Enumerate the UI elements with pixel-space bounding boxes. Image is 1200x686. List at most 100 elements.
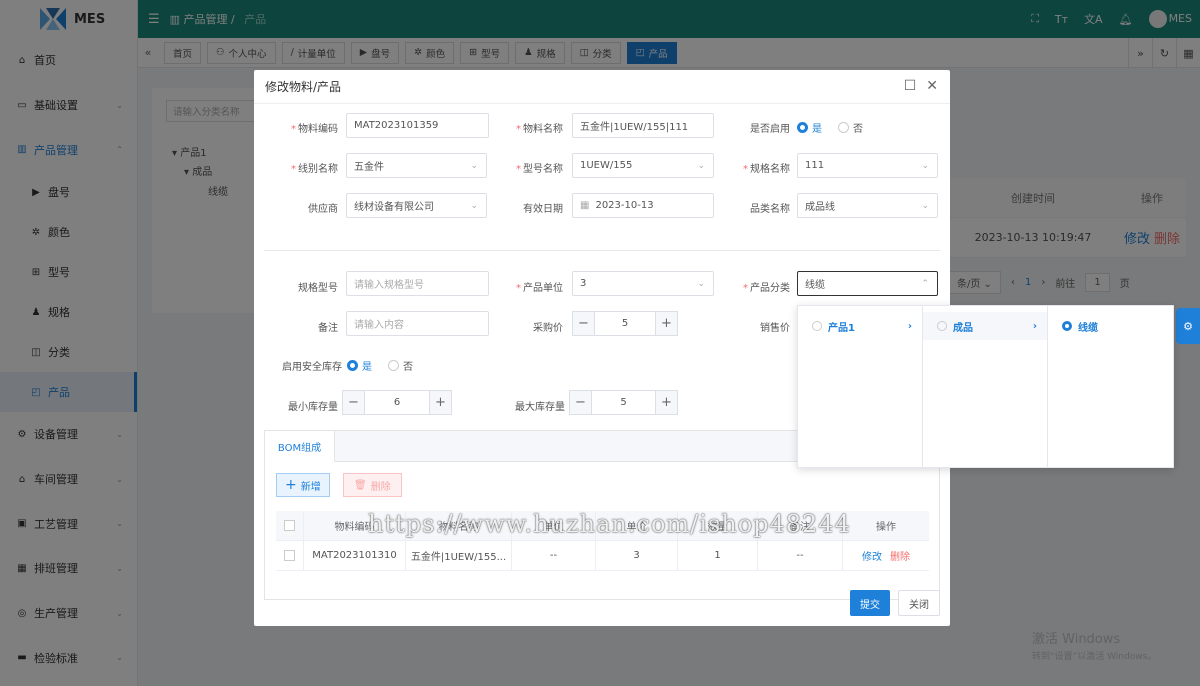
enabled-yes-radio[interactable]: 是 [797,120,822,135]
watermark: https://www.huzhan.com/ishop48244 [368,510,851,538]
enabled-no-radio[interactable]: 否 [838,120,863,135]
tab-bom[interactable]: BOM组成 [265,431,335,462]
prodcat-label: * 产品分类 [743,283,790,294]
supplier-value: 线材设备有限公司 [354,202,434,213]
close-button[interactable]: 关闭 [898,590,940,616]
specmodel-label: 规格型号 [298,283,338,294]
row-delete-link[interactable]: 删除 [890,548,910,563]
decrement-button[interactable]: − [570,391,592,414]
category-value: 成品线 [805,202,835,213]
trash-icon: 🗑︎ [354,479,367,491]
max-stock-value[interactable]: 5 [592,397,655,408]
line-select[interactable]: 五金件 ⌄ [346,153,487,178]
model-label: * 型号名称 [516,164,563,175]
date-picker[interactable]: ▦ 2023-10-13 [572,193,714,218]
unit-value: 3 [580,278,587,289]
increment-button[interactable]: + [655,312,677,335]
spec-select[interactable]: 111 ⌄ [797,153,938,178]
plus-icon: + [285,477,297,493]
radio[interactable] [937,321,947,331]
col-header: 操作 [876,522,896,533]
min-stock-label: 最小库存量 [288,402,338,413]
cell: 3 [596,541,678,570]
unit-select[interactable]: 3 ⌄ [572,271,714,296]
remark-input[interactable]: 请输入内容 [346,311,489,336]
safety-no-radio[interactable]: 否 [388,358,413,373]
purchase-label: 采购价 [533,323,563,334]
row-edit-link[interactable]: 修改 [862,548,882,563]
code-label: * 物料编码 [291,124,338,135]
cascader-column: 成品 › [923,306,1048,467]
radio[interactable] [812,321,822,331]
dialog-header: 修改物料/产品 ☐ ✕ [254,70,950,104]
code-input[interactable]: MAT2023101359 [346,113,489,138]
max-stock-stepper: −5 + [569,390,678,415]
dialog-title: 修改物料/产品 [265,80,342,94]
remark-label: 备注 [318,323,338,334]
chevron-down-icon: ⌄ [470,160,478,171]
max-stock-label: 最大库存量 [515,402,565,413]
prodcat-cascader[interactable]: 线缆 ⌃ [797,271,938,296]
cell: 1 [678,541,758,570]
purchase-value[interactable]: 5 [595,318,655,329]
cell: -- [758,541,843,570]
chevron-down-icon: ⌄ [470,200,478,211]
add-label: 新增 [300,481,321,493]
category-cascader-panel: 产品1 › 成品 › 线缆 [797,305,1174,468]
spec-value: 111 [805,160,825,171]
row-checkbox[interactable] [284,550,295,561]
name-label: * 物料名称 [516,124,563,135]
spec-label: * 规格名称 [743,164,790,175]
close-icon[interactable]: ✕ [926,78,938,94]
date-label: 有效日期 [523,204,563,215]
cascader-column: 产品1 › [798,306,923,467]
unit-label: * 产品单位 [516,283,563,294]
min-stock-value[interactable]: 6 [365,397,429,408]
date-value: 2023-10-13 [595,200,654,211]
line-label: * 线别名称 [291,164,338,175]
safety-yes-radio[interactable]: 是 [347,358,372,373]
decrement-button[interactable]: − [343,391,365,414]
chevron-down-icon: ⌄ [921,160,929,171]
cascader-option[interactable]: 线缆 [1048,312,1173,340]
model-select[interactable]: 1UEW/155 ⌄ [572,153,714,178]
chevron-right-icon: › [907,320,912,332]
delete-label: 删除 [370,481,391,493]
settings-icon[interactable]: ⚙ [1176,308,1200,344]
name-input[interactable]: 五金件|1UEW/155|111 [572,113,714,138]
chevron-down-icon: ⌄ [697,278,705,289]
enabled-radio-group: 是 否 [797,120,863,135]
divider [264,250,940,251]
chevron-up-icon: ⌃ [921,278,929,289]
specmodel-textarea[interactable]: 请输入规格型号 [346,271,489,296]
model-value: 1UEW/155 [580,160,633,171]
maximize-icon[interactable]: ☐ [904,78,917,94]
supplier-label: 供应商 [308,204,338,215]
cell-name: 五金件|1UEW/155... [406,541,512,570]
delete-button[interactable]: 🗑︎ 删除 [343,473,402,497]
supplier-select[interactable]: 线材设备有限公司 ⌄ [346,193,487,218]
increment-button[interactable]: + [655,391,677,414]
add-button[interactable]: + 新增 [276,473,330,497]
decrement-button[interactable]: − [573,312,595,335]
cascader-option[interactable]: 产品1 › [798,312,922,340]
cell: -- [512,541,596,570]
prodcat-value: 线缆 [805,280,825,291]
min-stock-stepper: −6 + [342,390,452,415]
option-label: 成品 [953,322,973,334]
chevron-down-icon: ⌄ [697,160,705,171]
cascader-option[interactable]: 成品 › [923,312,1047,340]
submit-button[interactable]: 提交 [850,590,890,616]
table-row: MAT2023101310 五金件|1UEW/155... -- 3 1 -- … [276,541,929,571]
calendar-icon: ▦ [580,200,590,211]
category-select[interactable]: 成品线 ⌄ [797,193,938,218]
category-label: 品类名称 [750,204,790,215]
increment-button[interactable]: + [429,391,451,414]
option-label: 线缆 [1078,322,1098,334]
select-all-checkbox[interactable] [284,520,295,531]
radio[interactable] [1062,321,1072,331]
chevron-right-icon: › [1032,320,1037,332]
safety-radio-group: 是 否 [347,358,413,373]
cascader-column: 线缆 [1048,306,1173,467]
purchase-stepper: −5 + [572,311,678,336]
